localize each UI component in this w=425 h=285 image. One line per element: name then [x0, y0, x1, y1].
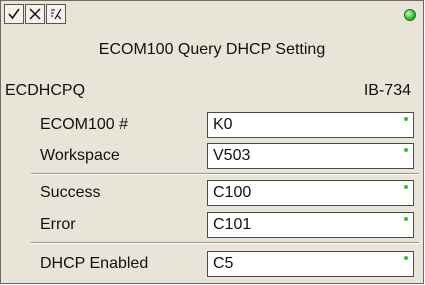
error-value: C101 [213, 216, 252, 233]
field-label-error: Error [40, 216, 76, 233]
dhcp-enabled-field[interactable]: C5 [207, 251, 414, 277]
dialog-title: ECOM100 Query DHCP Setting [98, 41, 326, 58]
dhcp-enabled-value: C5 [213, 255, 234, 272]
field-label-ecom100: ECOM100 # [40, 116, 129, 133]
valid-indicator-icon [404, 148, 408, 152]
status-indicator-icon [404, 9, 416, 21]
field-label-workspace: Workspace [40, 147, 120, 164]
success-field[interactable]: C100 [207, 180, 414, 206]
help-lookup-icon[interactable] [46, 4, 66, 24]
toolbar [2, 2, 422, 32]
field-label-dhcp-enabled: DHCP Enabled [40, 255, 149, 272]
field-label-success: Success [40, 184, 101, 201]
valid-indicator-icon [404, 185, 408, 189]
section-divider [31, 242, 419, 244]
valid-indicator-icon [404, 117, 408, 121]
workspace-field[interactable]: V503 [207, 143, 414, 169]
workspace-value: V503 [213, 147, 251, 164]
instruction-reference: IB-734 [363, 82, 411, 99]
valid-indicator-icon [404, 256, 408, 260]
ecom100-query-dhcp-dialog: ECOM100 Query DHCP Setting ECDHCPQ IB-73… [0, 0, 424, 284]
cancel-x-icon[interactable] [25, 4, 45, 24]
instruction-mnemonic: ECDHCPQ [5, 82, 86, 99]
ecom100-number-field[interactable]: K0 [207, 112, 414, 138]
error-field[interactable]: C101 [207, 212, 414, 238]
success-value: C100 [213, 184, 252, 201]
check-icon[interactable] [4, 4, 24, 24]
section-divider [31, 173, 419, 175]
ecom100-number-value: K0 [213, 116, 233, 133]
valid-indicator-icon [404, 217, 408, 221]
